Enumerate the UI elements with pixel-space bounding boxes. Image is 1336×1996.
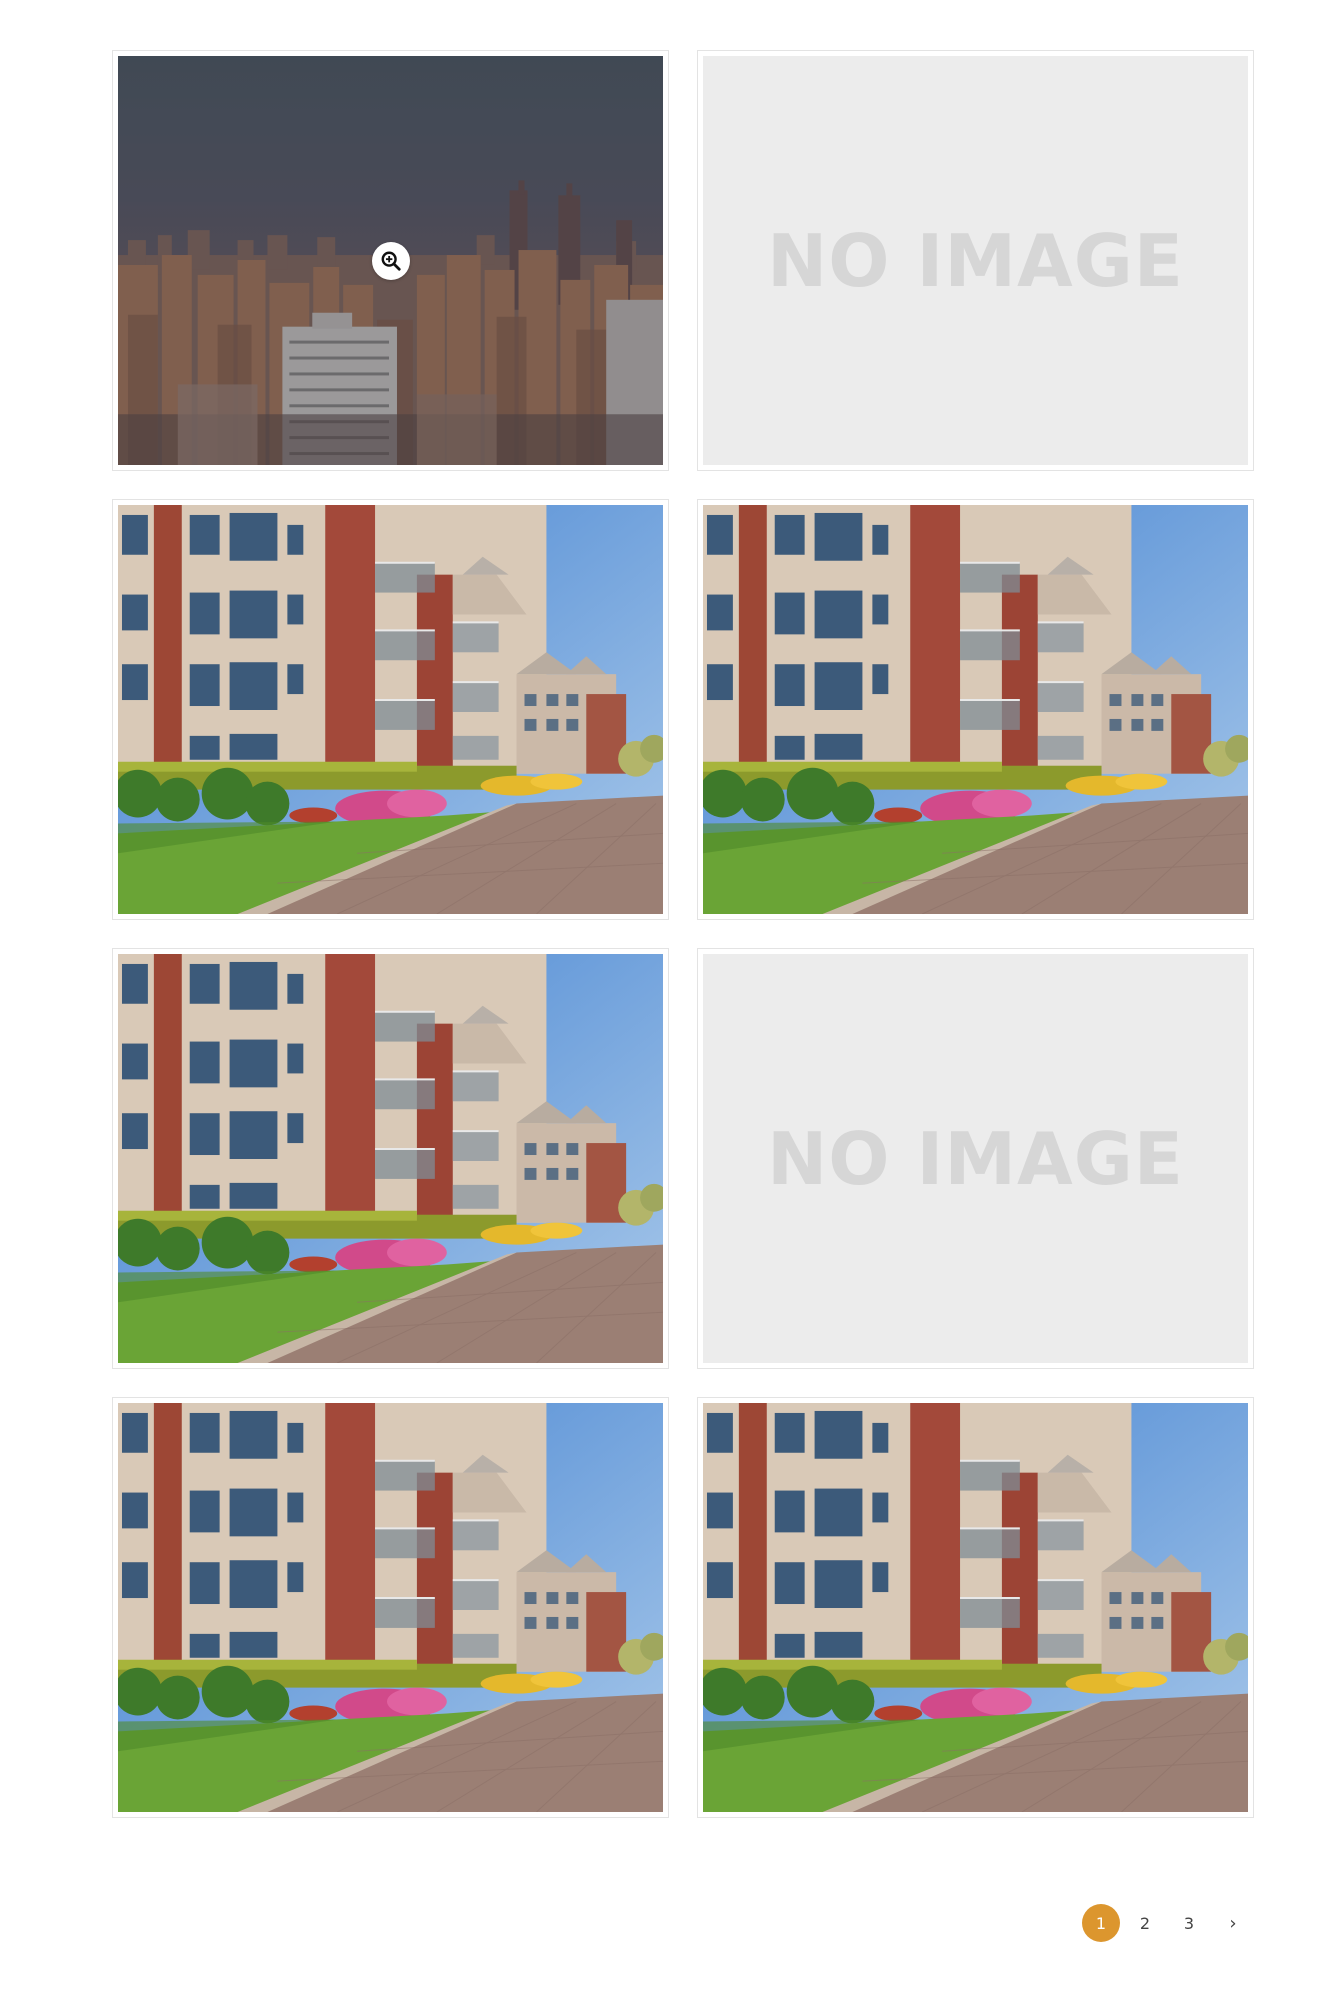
no-image-text: NO IMAGE	[767, 218, 1184, 303]
gallery-item-8[interactable]	[697, 1397, 1254, 1818]
page-link-3[interactable]: 3	[1170, 1904, 1208, 1942]
gallery-item-6[interactable]: NO IMAGE	[697, 948, 1254, 1369]
no-image-text: NO IMAGE	[767, 1116, 1184, 1201]
page-link-1[interactable]: 1	[1082, 1904, 1120, 1942]
gallery-item-4[interactable]	[697, 499, 1254, 920]
gallery-item-7[interactable]	[112, 1397, 669, 1818]
gallery-item-3[interactable]	[112, 499, 669, 920]
gallery-item-2[interactable]: NO IMAGE	[697, 50, 1254, 471]
gallery-item-5[interactable]	[112, 948, 669, 1369]
image-gallery: NO IMAGE NO IMAGE	[112, 50, 1254, 1818]
apartment-building-photo	[118, 954, 663, 1363]
zoom-in-button[interactable]	[371, 241, 410, 280]
next-page-link[interactable]: ›	[1214, 1904, 1252, 1942]
apartment-building-photo	[703, 505, 1248, 914]
apartment-building-photo	[118, 505, 663, 914]
page-link-2[interactable]: 2	[1126, 1904, 1164, 1942]
gallery-item-1[interactable]	[112, 50, 669, 471]
pagination: 1 2 3 ›	[1082, 1904, 1252, 1942]
page: NO IMAGE NO IMAGE 1 2 3 ›	[0, 0, 1336, 1996]
city-skyline-photo	[118, 56, 663, 465]
no-image-placeholder: NO IMAGE	[703, 56, 1248, 465]
zoom-in-icon	[381, 251, 401, 271]
apartment-building-photo	[703, 1403, 1248, 1812]
apartment-building-photo	[118, 1403, 663, 1812]
no-image-placeholder: NO IMAGE	[703, 954, 1248, 1363]
